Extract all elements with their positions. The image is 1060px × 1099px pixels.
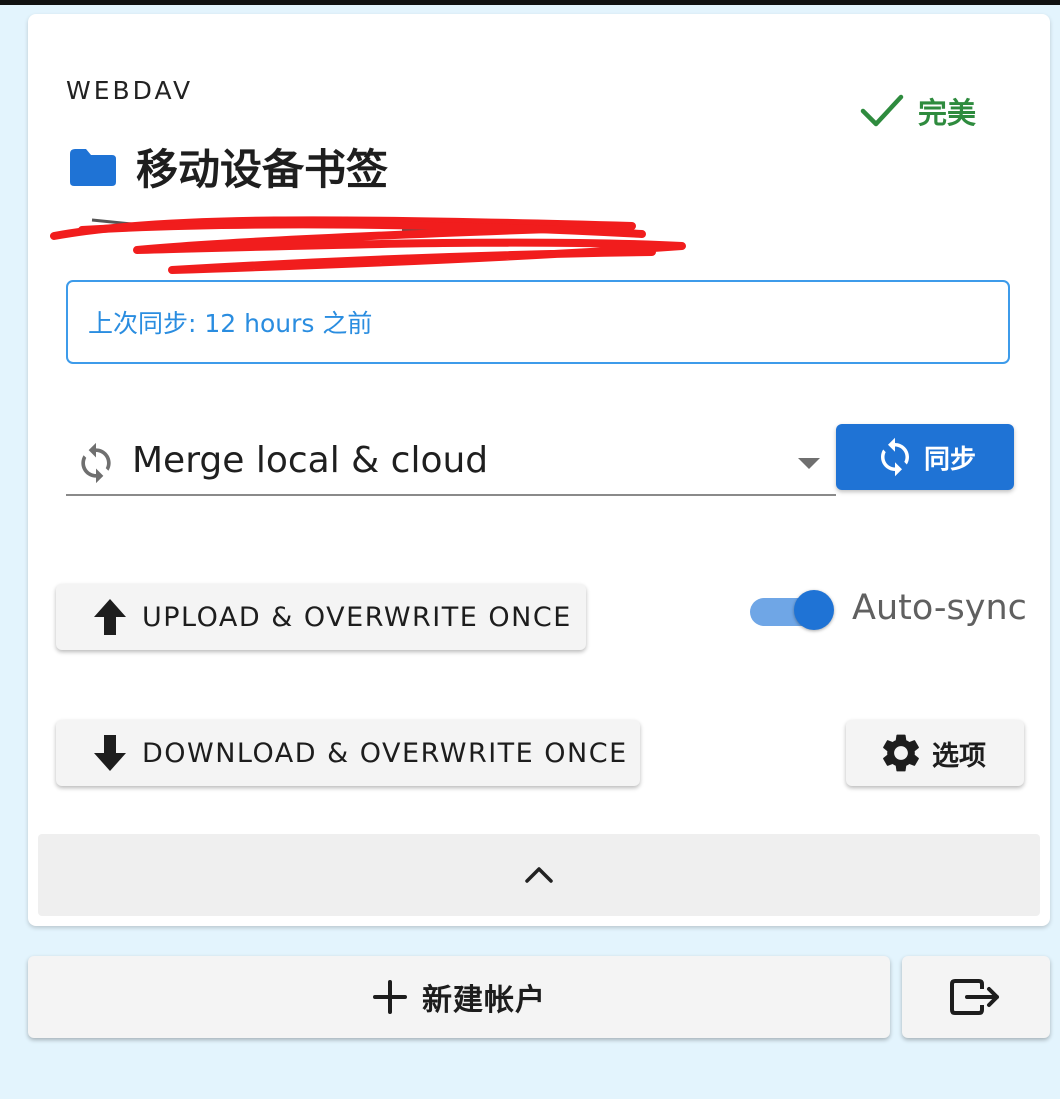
auto-sync-label: Auto-sync (852, 588, 1027, 628)
dropdown-arrow-icon (798, 458, 820, 469)
sync-strategy-value: Merge local & cloud (132, 440, 489, 481)
folder-title: 移动设备书签 (136, 145, 389, 194)
collapse-card-button[interactable] (38, 834, 1040, 916)
new-account-button[interactable]: 新建帐户 (28, 956, 890, 1038)
sync-button[interactable]: 同步 (836, 424, 1014, 490)
arrow-up-icon (94, 599, 126, 635)
download-button-label: DOWNLOAD & OVERWRITE ONCE (142, 737, 628, 769)
download-overwrite-button[interactable]: DOWNLOAD & OVERWRITE ONCE (56, 720, 640, 786)
last-sync-info: 上次同步: 12 hours 之前 (66, 280, 1010, 364)
chevron-up-icon (525, 867, 553, 883)
sync-icon (880, 437, 909, 477)
new-account-label: 新建帐户 (422, 983, 546, 1018)
account-title: 移动设备书签 (68, 136, 388, 197)
last-sync-text: 上次同步: 12 hours 之前 (88, 309, 373, 338)
upload-overwrite-button[interactable]: UPLOAD & OVERWRITE ONCE (56, 584, 586, 650)
upload-button-label: UPLOAD & OVERWRITE ONCE (142, 601, 572, 633)
toggle-thumb (794, 590, 834, 630)
logout-icon (950, 979, 999, 1015)
gear-icon (883, 734, 919, 772)
top-edge (0, 0, 1060, 5)
folder-icon (70, 148, 116, 186)
sync-strategy-select[interactable]: Merge local & cloud (66, 430, 836, 496)
sync-status: 完美 (860, 90, 976, 132)
sync-button-label: 同步 (923, 444, 976, 475)
options-button-label: 选项 (932, 740, 986, 772)
logout-button[interactable] (902, 956, 1050, 1038)
sync-icon (81, 442, 111, 484)
account-identity-redacted (42, 206, 692, 276)
status-text: 完美 (918, 96, 977, 130)
arrow-down-icon (94, 735, 126, 771)
check-icon (860, 94, 904, 127)
account-type-label: WEBDAV (66, 76, 194, 105)
redaction-scribble (50, 216, 686, 274)
account-card: WEBDAV 完美 移动设备书签 上次同步: 12 hours 之前 Merge… (28, 14, 1050, 926)
plus-icon (373, 980, 407, 1014)
options-button[interactable]: 选项 (846, 720, 1024, 786)
auto-sync-toggle[interactable] (750, 588, 836, 636)
